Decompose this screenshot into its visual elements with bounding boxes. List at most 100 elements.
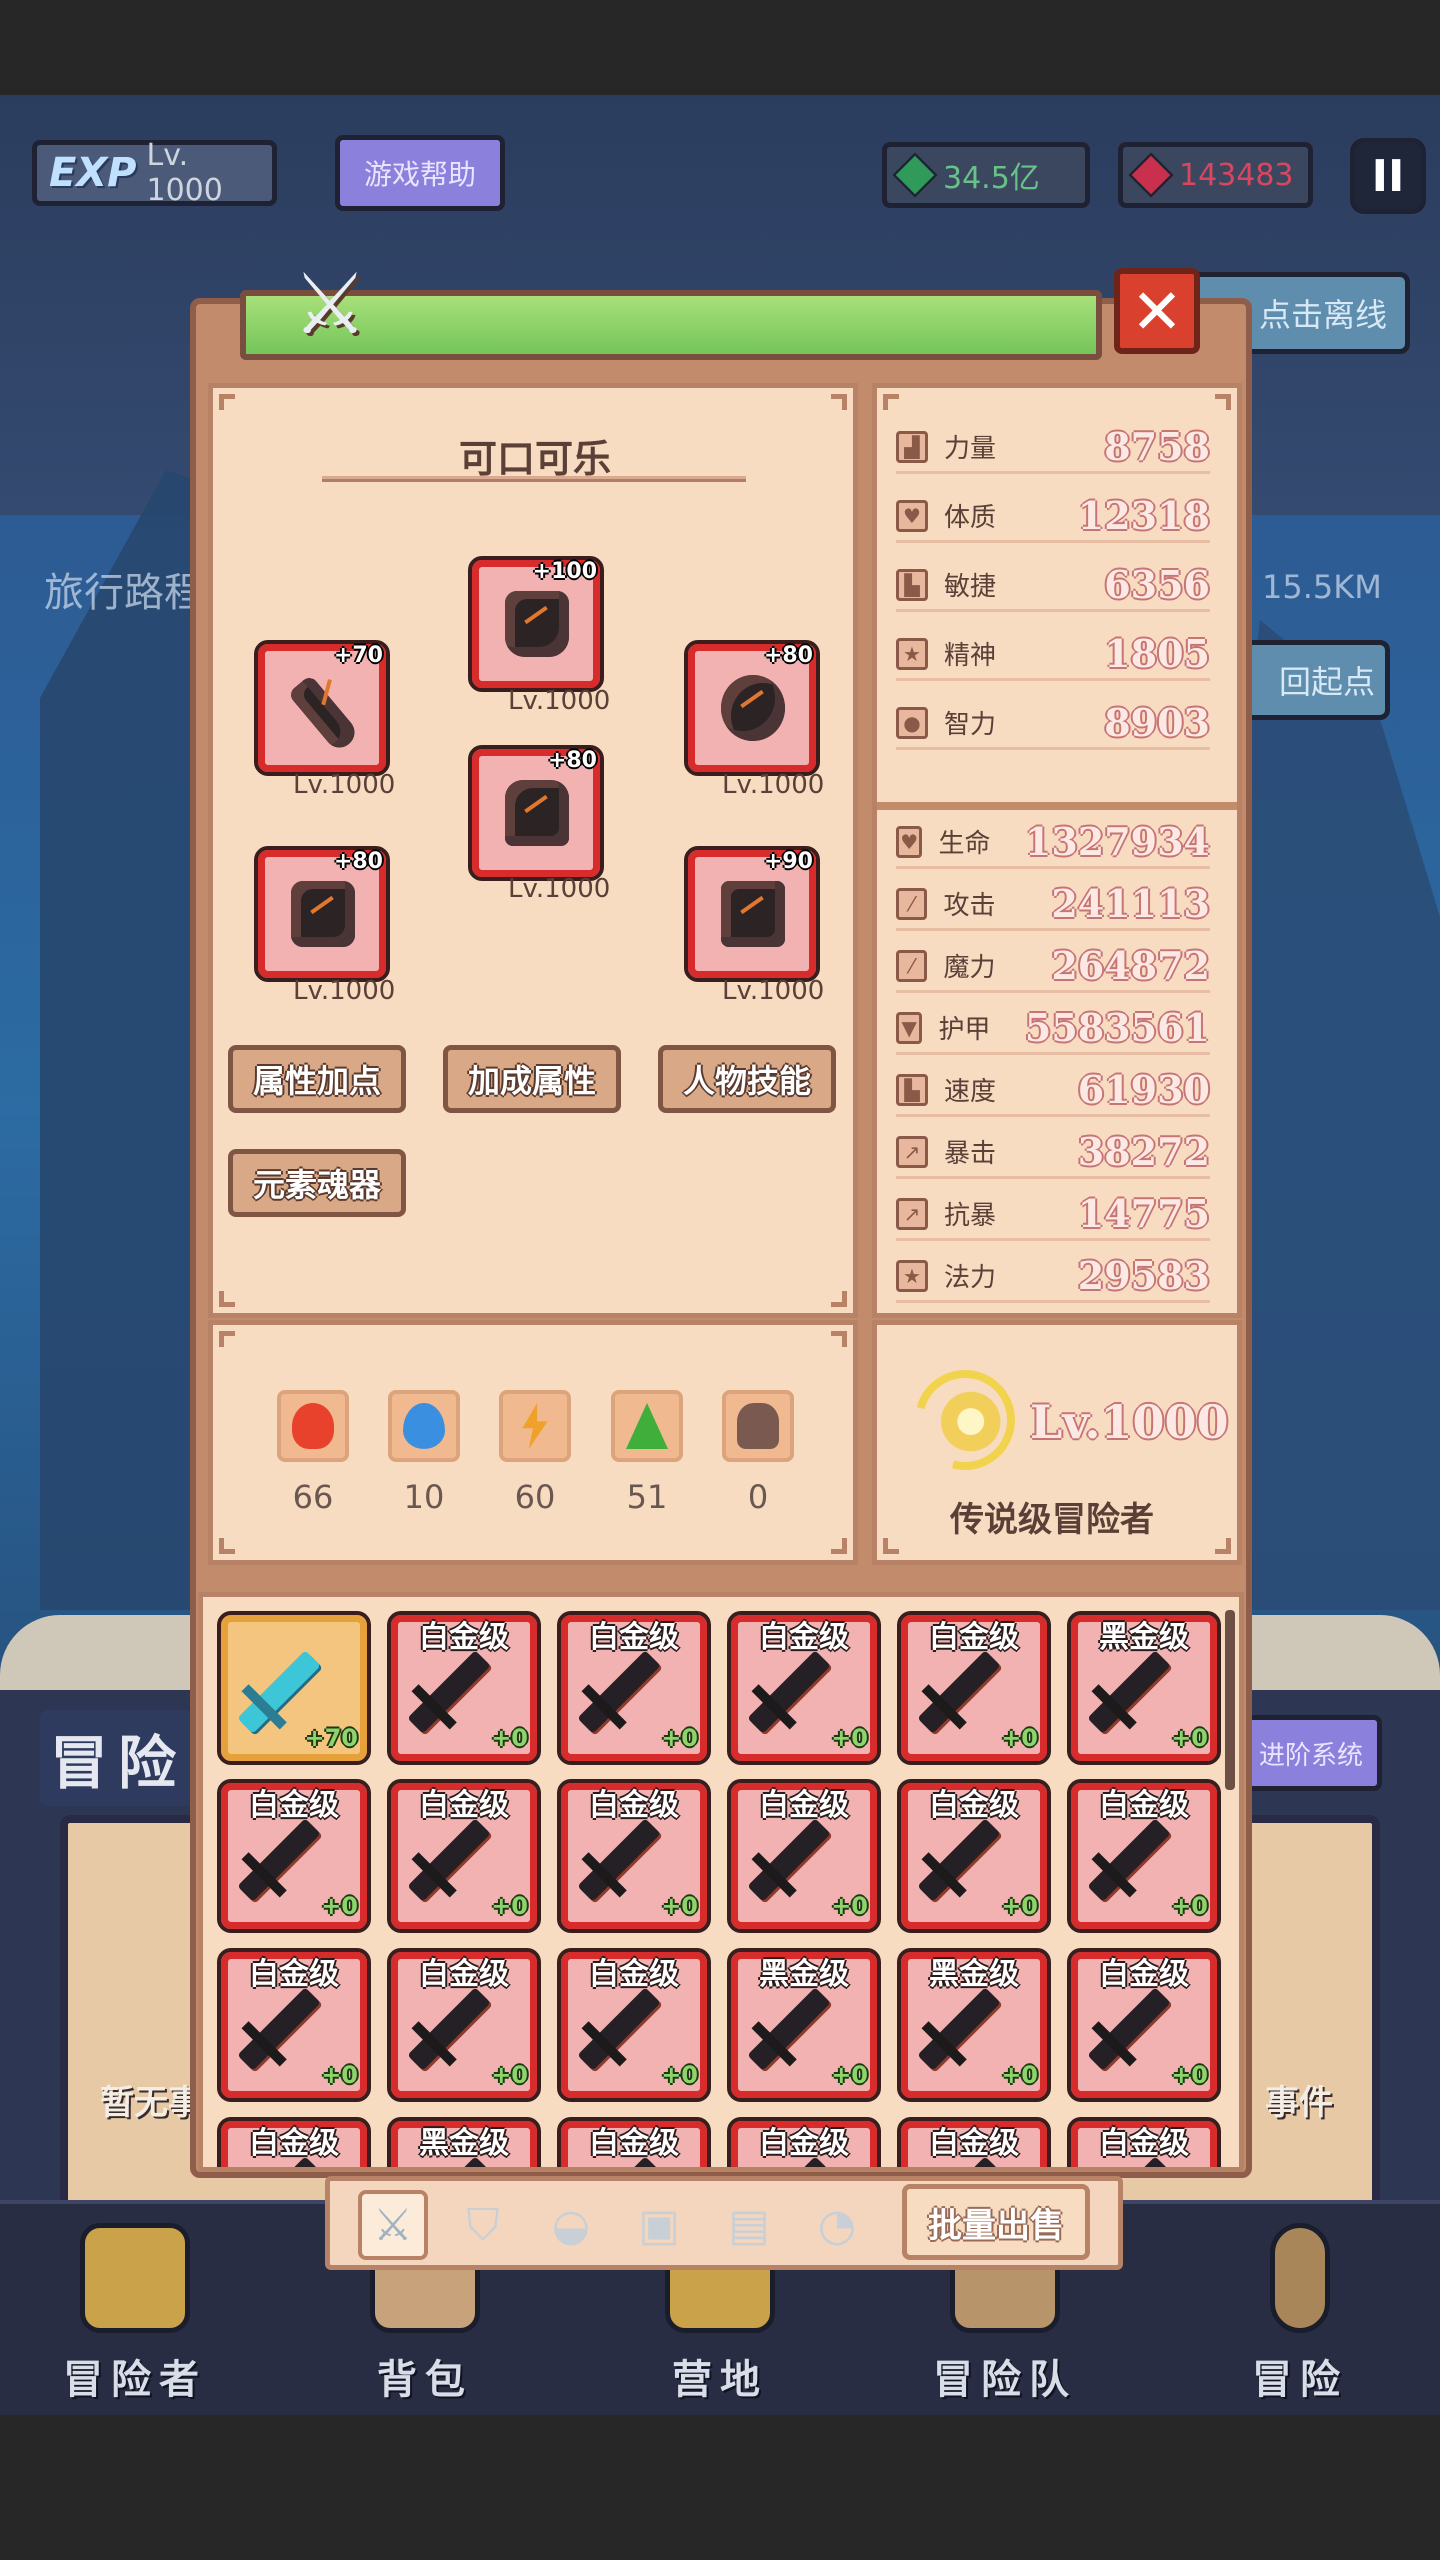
element-fire[interactable] — [277, 1390, 349, 1462]
helmet-icon — [505, 591, 569, 657]
item-plus: +0 — [1171, 1892, 1208, 1920]
inventory-item[interactable]: 白金级 +0 — [1067, 1779, 1221, 1933]
bottom-letterbox — [0, 2415, 1440, 2560]
game-help-button[interactable]: 游戏帮助 — [335, 135, 505, 211]
inventory-item[interactable]: 白金级 — [217, 2117, 371, 2167]
item-grade: 白金级 — [249, 2126, 339, 2161]
inventory-item[interactable]: 白金级 +0 — [727, 1779, 881, 1933]
tab-helmets[interactable]: ◒ — [536, 2190, 606, 2260]
stat-value: 14775 — [1077, 1191, 1210, 1236]
element-count: 60 — [514, 1478, 556, 1516]
equip-slot-armor[interactable]: +80 — [468, 745, 604, 881]
element-soul-button[interactable]: 元素魂器 — [228, 1149, 406, 1217]
nav-label: 冒险队 — [933, 2357, 1077, 2403]
shield-icon — [721, 675, 785, 741]
stat-row-magic: ⁄ 魔力 264872 — [896, 941, 1210, 993]
inventory-item[interactable]: 白金级 — [1067, 2117, 1221, 2167]
equip-slot-boots[interactable]: +90 — [684, 846, 820, 982]
inventory-item[interactable]: 白金级 +0 — [557, 1948, 711, 2102]
advance-system-button[interactable]: 进阶系统 — [1240, 1715, 1382, 1791]
pause-button[interactable]: II — [1350, 138, 1426, 214]
nav-label: 背包 — [377, 2357, 473, 2403]
close-button[interactable]: ✕ — [1114, 268, 1200, 354]
exp-logo: EXP — [49, 150, 137, 196]
equip-slot-gloves[interactable]: +80 — [254, 846, 390, 982]
stat-label: 暴击 — [944, 1139, 997, 1169]
inventory-scrollbar[interactable] — [1225, 1610, 1235, 1790]
equip-slot-helmet[interactable]: +100 — [468, 556, 604, 692]
crossed-swords-icon: ⚔ — [292, 255, 368, 353]
inventory-item[interactable]: 白金级 — [557, 2117, 711, 2167]
return-start-button[interactable]: 回起点 — [1235, 640, 1390, 720]
item-grade: 白金级 — [1099, 1788, 1189, 1823]
bulk-sell-button[interactable]: 批量出售 — [902, 2184, 1090, 2260]
inventory-item[interactable]: 白金级 +0 — [557, 1779, 711, 1933]
inventory-item[interactable]: 白金级 +0 — [897, 1779, 1051, 1933]
inventory-item[interactable]: 白金级 +0 — [897, 1611, 1051, 1765]
inventory-item[interactable]: 白金级 +0 — [217, 1779, 371, 1933]
equip-slot-weapon[interactable]: +70 — [254, 640, 390, 776]
item-grade: 白金级 — [419, 1957, 509, 1992]
inventory-item[interactable]: 黑金级 +0 — [1067, 1611, 1221, 1765]
inventory-item[interactable]: 白金级 — [727, 2117, 881, 2167]
star-icon: ★ — [896, 637, 928, 670]
stat-row-hp: ♥ 生命 1327934 — [896, 817, 1210, 869]
leaf-icon — [626, 1403, 668, 1449]
stat-row-crit-resist: ↗ 抗暴 14775 — [896, 1189, 1210, 1241]
tab-boots[interactable]: ◔ — [802, 2190, 872, 2260]
sword-icon — [407, 1987, 491, 2071]
item-plus: +0 — [1001, 2061, 1038, 2089]
stat-label: 魔力 — [943, 953, 996, 983]
inventory-item[interactable]: 白金级 +0 — [217, 1948, 371, 2102]
element-lightning[interactable] — [499, 1390, 571, 1462]
sword-icon — [577, 1650, 661, 1734]
inventory-grid: +70 白金级 +0 白金级 +0 白金级 +0 白金级 +0 黑金级 +0 白金级 +0 白金级 +0 白金… — [198, 1592, 1244, 2172]
tab-weapons[interactable]: ⚔ — [358, 2190, 428, 2260]
crit-icon: ↗ — [896, 1135, 928, 1168]
element-dark[interactable] — [722, 1390, 794, 1462]
item-plus: +0 — [1001, 1892, 1038, 1920]
event-label: 事件 — [1265, 2083, 1333, 2123]
equip-level: Lv.1000 — [293, 770, 396, 800]
rank-title: 传说级冒险者 — [950, 1500, 1154, 1540]
nav-adventurer[interactable]: 冒险者 — [20, 2215, 250, 2405]
char-skills-button[interactable]: 人物技能 — [658, 1045, 836, 1113]
attr-points-button[interactable]: 属性加点 — [228, 1045, 406, 1113]
item-grade: 白金级 — [929, 1788, 1019, 1823]
inventory-item[interactable]: 黑金级 — [387, 2117, 541, 2167]
tab-shields[interactable]: ⛉ — [448, 2190, 518, 2260]
tab-gloves[interactable]: ▤ — [714, 2190, 784, 2260]
sword-icon — [407, 1818, 491, 1902]
equip-slot-shield[interactable]: +80 — [684, 640, 820, 776]
inventory-item[interactable]: 白金级 — [897, 2117, 1051, 2167]
item-plus: +0 — [831, 1892, 868, 1920]
inventory-item[interactable]: 白金级 +0 — [387, 1948, 541, 2102]
inventory-item[interactable]: 白金级 +0 — [557, 1611, 711, 1765]
bonus-attrs-button[interactable]: 加成属性 — [443, 1045, 621, 1113]
tab-armor[interactable]: ▣ — [624, 2190, 694, 2260]
inventory-item[interactable]: 白金级 +0 — [387, 1779, 541, 1933]
stat-row-constitution: ♥ 体质 12318 — [896, 491, 1210, 543]
stat-row-spirit: ★ 精神 1805 — [896, 629, 1210, 681]
item-grade: 白金级 — [589, 1957, 679, 1992]
inventory-item[interactable]: 黑金级 +0 — [727, 1948, 881, 2102]
inventory-item[interactable]: 白金级 +0 — [387, 1611, 541, 1765]
item-plus: +0 — [1171, 1724, 1208, 1752]
item-grade: 白金级 — [1099, 1957, 1189, 1992]
nav-adventure[interactable]: 冒险 — [1185, 2215, 1415, 2405]
stat-value: 8903 — [1104, 700, 1210, 745]
player-level: Lv. 1000 — [146, 138, 223, 208]
stat-value: 29583 — [1077, 1253, 1210, 1298]
inventory-item[interactable]: 白金级 +0 — [727, 1611, 881, 1765]
stat-row-mana: ★ 法力 29583 — [896, 1251, 1210, 1303]
sword-icon — [237, 1650, 321, 1734]
stat-label: 抗暴 — [944, 1201, 997, 1231]
inventory-item[interactable]: 白金级 +0 — [1067, 1948, 1221, 2102]
inventory-item[interactable]: +70 — [217, 1611, 371, 1765]
element-nature[interactable] — [611, 1390, 683, 1462]
sword-icon — [917, 1818, 1001, 1902]
element-water[interactable] — [388, 1390, 460, 1462]
sword-icon — [747, 1818, 831, 1902]
item-grade: 白金级 — [249, 1788, 339, 1823]
inventory-item[interactable]: 黑金级 +0 — [897, 1948, 1051, 2102]
